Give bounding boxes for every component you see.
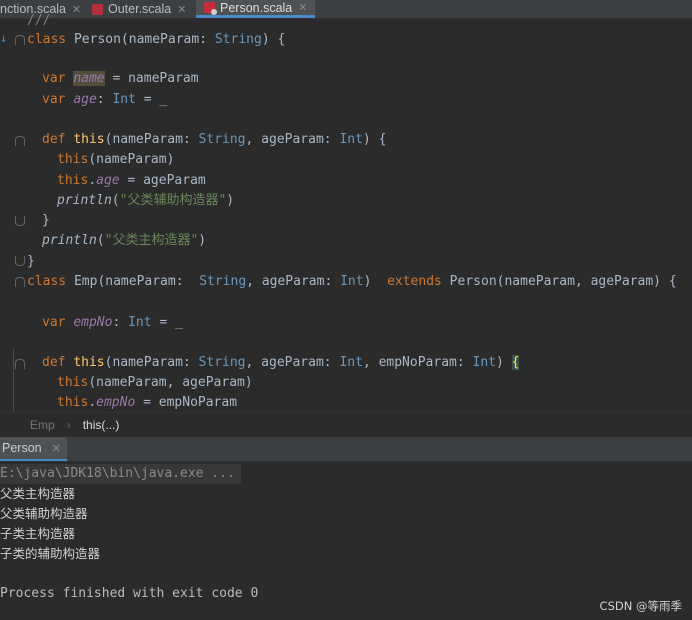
code-line-age: var age: Int = _	[42, 92, 168, 107]
run-tab-person[interactable]: Person ✕	[0, 437, 67, 461]
chevron-right-icon: ›	[66, 418, 71, 432]
close-icon[interactable]: ✕	[298, 1, 307, 14]
code-line-class-emp: class Emp(nameParam: String, ageParam: I…	[27, 274, 677, 289]
scala-file-icon	[92, 3, 103, 15]
scala-class-icon	[204, 2, 217, 15]
watermark: CSDN @等雨季	[599, 599, 682, 613]
close-icon[interactable]: ✕	[72, 3, 81, 16]
console-output-line: 子类主构造器	[0, 526, 76, 541]
code-line-1: class Person(nameParam: String) {	[27, 32, 286, 47]
code-line-println-main: println("父类主构造器")	[42, 233, 207, 248]
code-line-close-brace: }	[42, 213, 50, 228]
editor-tab-bar: nction.scala ✕ Outer.scala ✕ Person.scal…	[0, 0, 692, 19]
fold-icon[interactable]	[15, 256, 25, 266]
override-arrow-icon[interactable]: ↓	[0, 31, 7, 45]
scope-indicator	[13, 349, 14, 412]
breadcrumb: Emp › this(...)	[0, 412, 692, 437]
fold-icon[interactable]	[15, 277, 25, 287]
fold-icon[interactable]	[15, 35, 25, 45]
console-output-line: 父类主构造器	[0, 486, 76, 501]
run-tab-bar: Person ✕	[0, 437, 692, 462]
console-command-line[interactable]: E:\java\JDK18\bin\java.exe ...	[0, 464, 241, 484]
breadcrumb-item-this[interactable]: this(...)	[83, 418, 120, 432]
tab-label: Person.scala	[220, 0, 293, 15]
console-output-line: 父类辅助构造器	[0, 506, 88, 521]
close-icon[interactable]: ✕	[52, 442, 61, 455]
code-line-this-age: this.age = ageParam	[57, 173, 206, 188]
code-line-emp-aux-constructor: def this(nameParam: String, ageParam: In…	[42, 355, 520, 370]
code-line-emp-this-call: this(nameParam, ageParam)	[57, 375, 253, 390]
tab-outer-scala[interactable]: Outer.scala ✕	[92, 0, 186, 18]
fold-icon[interactable]	[15, 136, 25, 146]
fold-icon[interactable]	[15, 216, 25, 226]
code-line-class-end: }	[27, 254, 35, 269]
tab-label: Outer.scala	[108, 2, 172, 16]
fold-icon[interactable]	[15, 359, 25, 369]
code-line-empno: var empNo: Int = _	[42, 315, 183, 330]
tab-person-scala[interactable]: Person.scala ✕	[196, 0, 316, 18]
code-line-aux-constructor: def this(nameParam: String, ageParam: In…	[42, 132, 387, 147]
code-line-this-call: this(nameParam)	[57, 152, 175, 167]
code-line-println-aux: println("父类辅助构造器")	[57, 193, 235, 208]
console-exit-status: Process finished with exit code 0	[0, 586, 259, 601]
breadcrumb-item-emp[interactable]: Emp	[30, 418, 55, 432]
run-console[interactable]: E:\java\JDK18\bin\java.exe ... 父类主构造器 父类…	[0, 462, 692, 620]
code-line-emp-this-empno: this.empNo = empNoParam	[57, 395, 238, 410]
code-editor[interactable]: /// ↓ class Person(nameParam: String) { …	[0, 13, 692, 412]
code-line-name: var name = nameParam	[42, 71, 199, 86]
close-icon[interactable]: ✕	[177, 3, 186, 16]
run-tab-label: Person	[2, 441, 42, 455]
code-line-partial: ///	[27, 13, 51, 28]
console-output-line: 子类的辅助构造器	[0, 546, 101, 561]
